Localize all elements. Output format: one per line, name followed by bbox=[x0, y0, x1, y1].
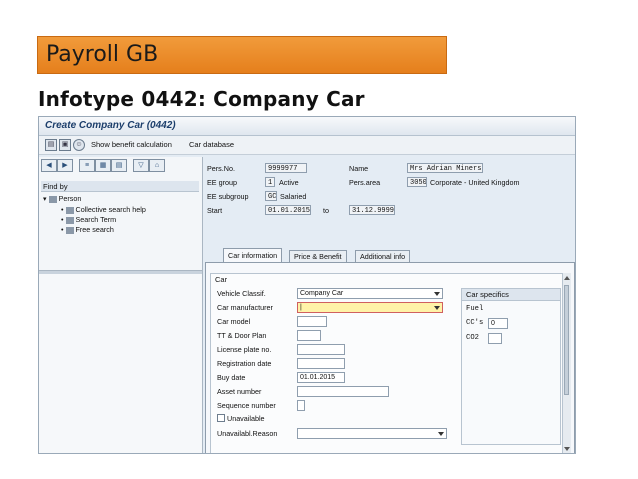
tab-additional-info[interactable]: Additional info bbox=[355, 250, 411, 262]
car-specifics-title: Car specifics bbox=[466, 290, 509, 299]
vehicle-class-label: Vehicle Classif. bbox=[217, 289, 266, 298]
chevron-down-icon bbox=[438, 432, 444, 436]
cc-label: CC's bbox=[466, 319, 484, 327]
buy-date-input[interactable]: 01.01.2015 bbox=[297, 372, 345, 383]
binoculars-icon bbox=[65, 226, 74, 234]
asset-number-label: Asset number bbox=[217, 387, 262, 396]
ee-subgroup-text: Salaried bbox=[280, 192, 307, 201]
car-specifics-header: Car specifics bbox=[462, 289, 560, 301]
chevron-down-icon bbox=[434, 306, 440, 310]
start-label: Start bbox=[207, 206, 223, 215]
binoculars-icon bbox=[65, 216, 74, 224]
car-model-label: Car model bbox=[217, 317, 251, 326]
manufacturer-value: | bbox=[300, 304, 302, 311]
expand-icon[interactable]: ⌂ bbox=[149, 159, 165, 172]
vehicle-class-value: Company Car bbox=[300, 290, 344, 297]
tab-car-information[interactable]: Car information bbox=[223, 248, 283, 262]
chevron-down-icon bbox=[434, 292, 440, 296]
registration-date-label: Registration date bbox=[217, 359, 272, 368]
ee-group-text: Active bbox=[279, 178, 299, 187]
tt-door-label: TT & Door Plan bbox=[217, 331, 267, 340]
tab-price-benefit[interactable]: Price & Benefit bbox=[289, 250, 347, 262]
vehicle-class-select[interactable]: Company Car bbox=[297, 288, 443, 299]
car-group-title: Car bbox=[215, 275, 228, 284]
person-icon[interactable]: ☺ bbox=[73, 139, 85, 151]
window-title: Create Company Car (0442) bbox=[45, 120, 176, 131]
navigation-pane: ◀ ▶ ≡ ▦ ▤ ▽ ⌂ Find by ▾ Person • Collect… bbox=[39, 157, 203, 453]
car-specifics-group: Car specifics Fuel CC's 0 CO2 bbox=[461, 288, 561, 445]
slide-banner: Payroll GB bbox=[37, 36, 447, 74]
cc-input[interactable]: 0 bbox=[488, 318, 508, 329]
co2-label: CO2 bbox=[466, 334, 479, 342]
show-benefit-button[interactable]: Show benefit calculation bbox=[91, 140, 172, 149]
list-icon[interactable]: ≡ bbox=[79, 159, 95, 172]
unavailable-checkbox[interactable] bbox=[217, 414, 225, 422]
slide-title: Infotype 0442: Company Car bbox=[38, 87, 365, 111]
pers-no-label: Pers.No. bbox=[207, 164, 235, 173]
license-plate-label: License plate no. bbox=[217, 345, 272, 354]
object-list-area bbox=[39, 274, 202, 453]
tree-item-label: Free search bbox=[75, 225, 114, 234]
pers-area-label: Pers.area bbox=[349, 178, 381, 187]
ee-group-code: 1 bbox=[265, 177, 275, 187]
detail-icon[interactable]: ▦ bbox=[95, 159, 111, 172]
sap-window: Create Company Car (0442) ▤ ▣ ☺ Show ben… bbox=[38, 116, 576, 454]
ee-group-label: EE group bbox=[207, 178, 237, 187]
tree-item-label: Search Term bbox=[75, 215, 117, 224]
tree-item-free-search[interactable]: • Free search bbox=[61, 225, 114, 234]
pers-area-code: 3050 bbox=[407, 177, 427, 187]
find-by-header: Find by bbox=[41, 181, 199, 192]
license-plate-input[interactable] bbox=[297, 344, 345, 355]
overview-icon[interactable]: ▤ bbox=[45, 139, 57, 151]
pers-area-text: Corporate - United Kingdom bbox=[430, 178, 520, 187]
find-by-label: Find by bbox=[43, 182, 68, 191]
unavail-reason-select[interactable] bbox=[297, 428, 447, 439]
banner-text: Payroll GB bbox=[46, 42, 159, 67]
car-database-button[interactable]: Car database bbox=[189, 140, 234, 149]
start-date-field: 01.01.2015 bbox=[265, 205, 311, 215]
scroll-up-icon[interactable] bbox=[564, 276, 570, 280]
tree-item-search-term[interactable]: • Search Term bbox=[61, 215, 116, 224]
car-model-input[interactable] bbox=[297, 316, 327, 327]
sequence-number-label: Sequence number bbox=[217, 401, 276, 410]
to-label: to bbox=[323, 206, 329, 215]
ee-subgroup-code: GC bbox=[265, 191, 277, 201]
tree-root-label: Person bbox=[58, 194, 82, 203]
car-group: Car Vehicle Classif. Company Car Car man… bbox=[210, 273, 564, 453]
scroll-down-icon[interactable] bbox=[564, 447, 570, 451]
tt-door-input[interactable] bbox=[297, 330, 321, 341]
back-arrow-icon[interactable]: ◀ bbox=[41, 159, 57, 172]
pers-no-field: 9999977 bbox=[265, 163, 307, 173]
car-information-panel: Car Vehicle Classif. Company Car Car man… bbox=[205, 262, 575, 453]
name-label: Name bbox=[349, 164, 369, 173]
name-field: Mrs Adrian Miners bbox=[407, 163, 483, 173]
buy-date-label: Buy date bbox=[217, 373, 246, 382]
unavailable-label: Unavailable bbox=[227, 414, 265, 423]
co2-input[interactable] bbox=[488, 333, 502, 344]
window-titlebar: Create Company Car (0442) bbox=[39, 117, 575, 136]
table-icon[interactable]: ▤ bbox=[111, 159, 127, 172]
forward-arrow-icon[interactable]: ▶ bbox=[57, 159, 73, 172]
vertical-scrollbar[interactable] bbox=[562, 273, 571, 453]
binoculars-icon bbox=[65, 206, 74, 214]
tree-root-person[interactable]: ▾ Person bbox=[43, 194, 81, 203]
scroll-thumb[interactable] bbox=[564, 285, 569, 395]
copy-icon[interactable]: ▣ bbox=[59, 139, 71, 151]
sequence-number-input[interactable] bbox=[297, 400, 305, 411]
fuel-label: Fuel bbox=[466, 305, 484, 313]
toolbar: ▤ ▣ ☺ Show benefit calculation Car datab… bbox=[39, 136, 575, 155]
tree-item-collective-search[interactable]: • Collective search help bbox=[61, 205, 146, 214]
manufacturer-select[interactable]: | bbox=[297, 302, 443, 313]
manufacturer-label: Car manufacturer bbox=[217, 303, 273, 312]
tree-item-label: Collective search help bbox=[75, 205, 146, 214]
unavail-reason-label: Unavailabl.Reason bbox=[217, 429, 278, 438]
ee-subgroup-label: EE subgroup bbox=[207, 192, 249, 201]
asset-number-input[interactable] bbox=[297, 386, 389, 397]
registration-date-input[interactable] bbox=[297, 358, 345, 369]
end-date-field: 31.12.9999 bbox=[349, 205, 395, 215]
filter-icon[interactable]: ▽ bbox=[133, 159, 149, 172]
person-group-icon bbox=[48, 195, 57, 203]
